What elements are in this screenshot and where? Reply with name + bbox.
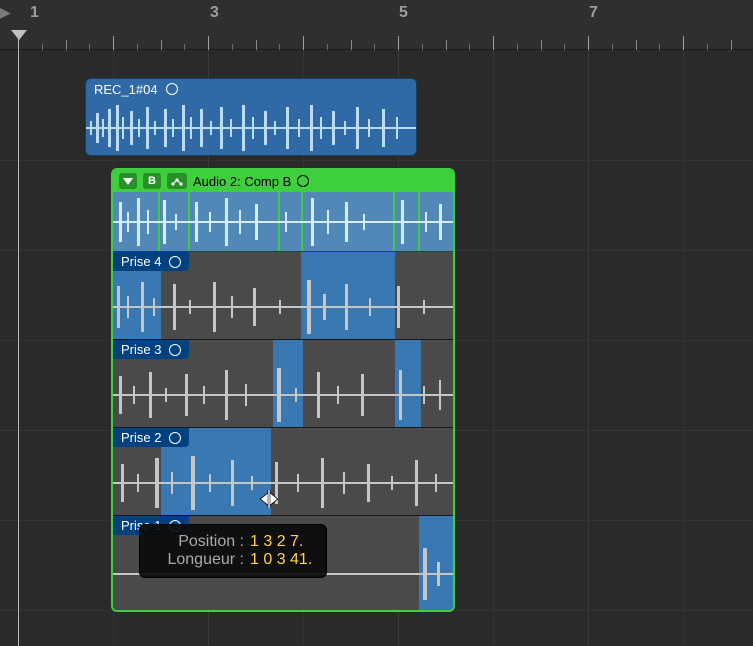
waveform bbox=[86, 99, 416, 156]
region-name: REC_1#04 bbox=[94, 82, 158, 97]
tooltip-length-label: Longueur : bbox=[154, 551, 244, 569]
swipe-icon bbox=[170, 175, 184, 187]
take-row[interactable]: Prise 3 bbox=[113, 340, 453, 428]
playhead[interactable] bbox=[18, 38, 19, 646]
take-folder-header[interactable]: B Audio 2: Comp B bbox=[113, 170, 453, 192]
waveform bbox=[113, 274, 453, 340]
audio-region-rec1[interactable]: REC_1#04 bbox=[85, 78, 417, 156]
ruler-number: 1 bbox=[30, 4, 39, 22]
take-label[interactable]: Prise 4 bbox=[113, 252, 189, 271]
chevron-down-icon bbox=[123, 178, 133, 185]
comp-preview-row[interactable] bbox=[113, 192, 453, 252]
ruler-ticks bbox=[0, 30, 753, 50]
tooltip-length-value: 1 0 3 41. bbox=[250, 551, 312, 569]
take-name: Prise 4 bbox=[121, 254, 161, 269]
loop-icon bbox=[297, 175, 309, 187]
disclosure-button[interactable] bbox=[119, 173, 137, 189]
take-label[interactable]: Prise 2 bbox=[113, 428, 189, 447]
waveform bbox=[113, 362, 453, 428]
take-label[interactable]: Prise 3 bbox=[113, 340, 189, 359]
loop-icon bbox=[166, 83, 178, 95]
take-row[interactable]: Prise 4 bbox=[113, 252, 453, 340]
quick-swipe-button[interactable] bbox=[167, 173, 187, 189]
loop-icon bbox=[169, 344, 181, 356]
loop-icon bbox=[169, 256, 181, 268]
loop-icon bbox=[169, 432, 181, 444]
take-name: Prise 2 bbox=[121, 430, 161, 445]
tooltip-position-label: Position : bbox=[154, 533, 244, 551]
take-name: Prise 3 bbox=[121, 342, 161, 357]
ruler-number: 5 bbox=[399, 4, 408, 22]
take-folder-title: Audio 2: Comp B bbox=[193, 174, 291, 189]
ruler-number: 3 bbox=[210, 4, 219, 22]
take-row[interactable]: Prise 2 bbox=[113, 428, 453, 516]
position-tooltip: Position : 1 3 2 7. Longueur : 1 0 3 41. bbox=[139, 524, 327, 578]
waveform bbox=[113, 192, 453, 252]
ruler-number: 7 bbox=[589, 4, 598, 22]
timeline-ruler[interactable]: ▶ 1 3 5 7 bbox=[0, 0, 753, 50]
waveform bbox=[113, 450, 453, 516]
tooltip-position-value: 1 3 2 7. bbox=[250, 533, 303, 551]
play-chevron-icon: ▶ bbox=[0, 4, 11, 21]
comp-letter-button[interactable]: B bbox=[143, 173, 161, 189]
